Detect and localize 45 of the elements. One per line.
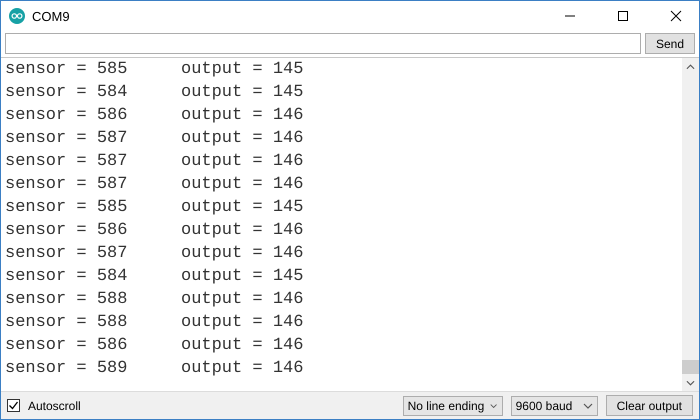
output-reading: output = 146 [181,290,304,309]
baud-rate-dropdown[interactable]: 9600 baud [510,396,598,416]
output-reading: output = 146 [181,129,304,148]
sensor-reading: sensor = 584 [5,83,128,102]
scrollbar[interactable] [682,58,699,391]
autoscroll-checkbox[interactable] [7,399,20,412]
output-reading: output = 146 [181,106,304,125]
chevron-down-icon [582,402,593,408]
app-logo-icon [9,8,25,24]
sensor-reading: sensor = 587 [5,175,128,194]
sensor-reading: sensor = 588 [5,290,128,309]
sensor-reading: sensor = 584 [5,267,128,286]
clear-output-button[interactable]: Clear output [606,395,693,416]
output-reading: output = 146 [181,336,304,355]
chevron-up-icon [686,64,695,70]
close-icon[interactable] [670,10,682,22]
sensor-reading: sensor = 588 [5,313,128,332]
message-input-field[interactable] [5,33,641,54]
sensor-reading: sensor = 587 [5,244,128,263]
line-ending-dropdown[interactable]: No line ending [402,396,503,416]
sensor-reading: sensor = 589 [5,359,128,378]
output-reading: output = 146 [181,244,304,263]
output-reading: output = 145 [181,267,304,286]
output-reading: output = 146 [181,175,304,194]
scrollbar-thumb[interactable] [682,360,699,374]
autoscroll-label: Autoscroll [28,398,82,412]
sensor-reading: sensor = 585 [5,198,128,217]
output-reading: output = 146 [181,359,304,378]
sensor-reading: sensor = 587 [5,152,128,171]
chevron-down-icon [490,402,498,408]
sensor-reading: sensor = 586 [5,336,128,355]
output-reading: output = 145 [181,60,304,79]
output-reading: output = 146 [181,221,304,240]
output-reading: output = 145 [181,83,304,102]
send-button[interactable]: Send [644,33,695,54]
maximize-icon[interactable] [617,10,629,22]
sensor-reading: sensor = 587 [5,129,128,148]
sensor-reading: sensor = 585 [5,60,128,79]
sensor-reading: sensor = 586 [5,106,128,125]
output-reading: output = 145 [181,198,304,217]
output-reading: output = 146 [181,152,304,171]
window-title: COM9 [32,8,71,24]
output-reading: output = 146 [181,313,304,332]
chevron-down-icon [686,380,695,386]
sensor-reading: sensor = 586 [5,221,128,240]
